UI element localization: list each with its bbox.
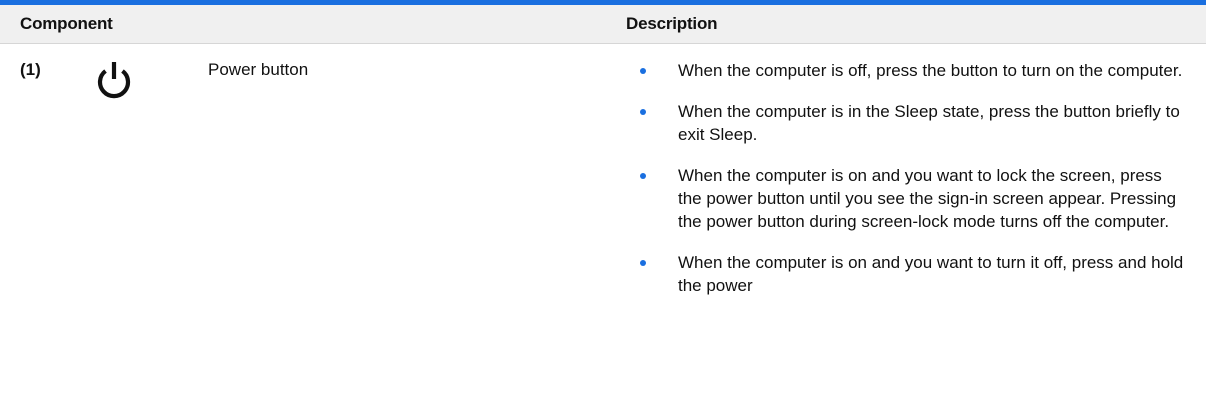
description-text: When the computer is on and you want to … [678,166,1177,231]
component-number: (1) [20,60,41,79]
description-text: When the computer is on and you want to … [678,253,1184,295]
bullet-dot-icon [640,173,646,179]
description-item: When the computer is off, press the butt… [640,59,1190,82]
component-name: Power button [208,60,309,79]
bullet-dot-icon [640,68,646,74]
description-item: When the computer is on and you want to … [640,164,1190,233]
description-text: When the computer is off, press the butt… [678,61,1183,80]
bullet-dot-icon [640,109,646,115]
description-item: When the computer is in the Sleep state,… [640,100,1190,146]
bullet-dot-icon [640,260,646,266]
component-column-header: Component [20,14,113,33]
description-column-header: Description [626,14,718,33]
description-item: When the computer is on and you want to … [640,251,1190,297]
power-icon [97,62,131,99]
description-list: When the computer is off, press the butt… [640,59,1190,315]
description-text: When the computer is in the Sleep state,… [678,102,1180,144]
table-header-row: Component Description [0,5,1206,44]
